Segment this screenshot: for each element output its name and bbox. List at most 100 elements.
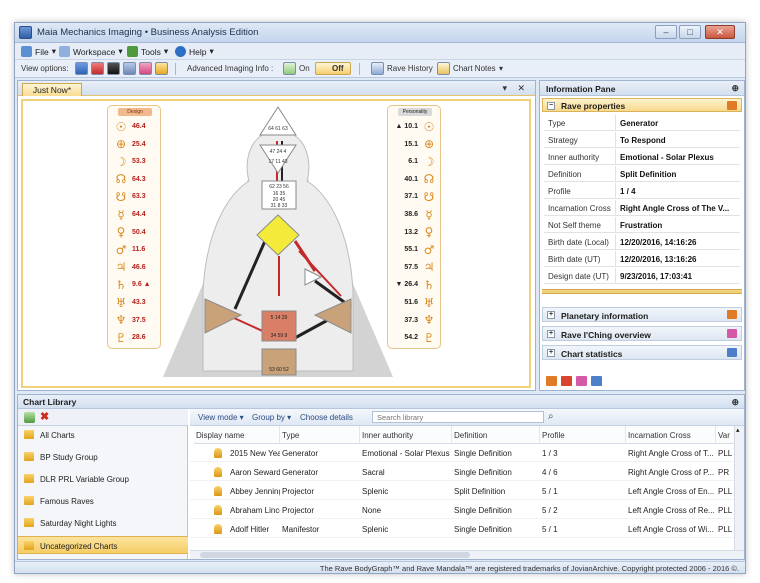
planet-gate-value: 64.4 [132,211,146,218]
design-planet-row[interactable]: ☉ 46.4 [108,119,162,134]
design-planet-row[interactable]: ♆ 37.5 [108,313,162,328]
design-planet-row[interactable]: ☋ 63.3 [108,189,162,204]
personality-planet-row[interactable]: 51.6 ♅ [388,295,442,310]
iching-icon[interactable] [576,376,587,386]
planetary-info-icon[interactable] [546,376,557,386]
rave-history-button[interactable]: Rave History [387,64,433,73]
statistics-icon[interactable] [591,376,602,386]
column-header[interactable]: Incarnation Cross [626,426,716,444]
section-rave-iching-overview[interactable]: + Rave I'Ching overview [542,326,742,341]
pin-icon[interactable]: ⊕ [731,397,739,408]
table-row[interactable]: 2015 New Year Generator Emotional - Solar … [190,444,744,462]
view-bodygraph-button[interactable] [75,62,88,75]
advanced-off-label[interactable]: Off [332,64,344,73]
table-cell: Right Angle Cross of P... [628,468,714,477]
view-mode-button[interactable]: View mode ▾ [198,413,244,422]
personality-planet-row[interactable]: ▼ 26.4 ♄ [388,277,442,292]
personality-planet-row[interactable]: 37.3 ♆ [388,313,442,328]
bodygraph-diagram[interactable]: 64 61 63 47 24 4 17 11 43 62 23 56 16 35… [163,101,393,381]
menu-workspace[interactable]: Workspace ▾ [59,45,123,58]
expand-icon[interactable]: + [547,349,555,357]
view-layers-button[interactable] [123,62,136,75]
search-library-input[interactable] [372,411,544,423]
design-planet-row[interactable]: ⊕ 25.4 [108,137,162,152]
title-bar[interactable]: Maia Mechanics Imaging • Business Analys… [15,23,745,43]
personality-planet-row[interactable]: 13.2 ♀ [388,225,442,240]
section-chart-statistics[interactable]: + Chart statistics [542,345,742,360]
personality-planet-row[interactable]: 38.6 ☿ [388,207,442,222]
rave-properties-header[interactable]: − Rave properties [542,98,742,112]
column-header[interactable]: Display name [194,426,280,444]
vertical-scrollbar[interactable]: ▴ [734,426,744,550]
design-planet-row[interactable]: ♀ 50.4 [108,225,162,240]
menu-file[interactable]: File ▾ [21,45,56,58]
delete-group-icon[interactable]: ✖ [40,410,49,423]
close-button[interactable]: ✕ [705,25,735,39]
table-row[interactable]: Aaron Seward Generator Sacral Single Defini… [190,463,744,481]
bodygraph-canvas[interactable]: Design ☉ 46.4 ⊕ 25.4 ☽ 53.3 ☊ 64.3 ☋ 63.3 ☿ 64.4 ♀ 50… [21,99,531,388]
horizontal-scrollbar[interactable] [190,550,744,559]
column-header[interactable]: Definition [452,426,540,444]
table-row[interactable]: Adolf Hitler Manifestor Splenic Single Defi… [190,520,744,538]
column-header[interactable]: Type [280,426,360,444]
document-tab-controls[interactable]: ▾ ✕ [502,83,529,94]
table-row[interactable]: Abraham LincolnProjector None Single Defin… [190,501,744,519]
chart-notes-icon[interactable] [437,62,450,75]
planetary-info-icon [727,310,737,319]
maximize-button[interactable]: □ [679,25,701,39]
design-planet-row[interactable]: ♇ 28.6 [108,330,162,345]
design-planet-row[interactable]: ♃ 46.6 [108,260,162,275]
library-group-item[interactable]: Famous Raves [18,492,188,510]
property-row: Birth date (UT) 12/20/2016, 13:16:26 [544,251,740,267]
advanced-on-label[interactable]: On [299,64,310,73]
minimize-button[interactable]: – [655,25,677,39]
rave-history-icon[interactable] [371,62,384,75]
choose-details-button[interactable]: Choose details [300,413,353,422]
section-planetary-information[interactable]: + Planetary information [542,307,742,322]
advanced-on-button[interactable] [283,62,296,75]
library-group-item[interactable]: All Charts [18,426,188,444]
library-group-item[interactable]: Uncategorized Charts [18,536,188,554]
library-group-item[interactable]: Saturday Night Lights [18,514,188,532]
personality-planet-row[interactable]: 15.1 ⊕ [388,137,442,152]
personality-planet-row[interactable]: 37.1 ☋ [388,189,442,204]
table-row[interactable]: Abbey JenningsProjector Splenic Split Defi… [190,482,744,500]
personality-planet-row[interactable]: 40.1 ☊ [388,172,442,187]
view-mandala-button[interactable] [139,62,152,75]
library-group-item[interactable]: BP Study Group [18,448,188,466]
search-icon[interactable]: ⌕ [548,411,554,422]
design-planet-row[interactable]: ♅ 43.3 [108,295,162,310]
chevron-down-icon[interactable]: ▾ [499,64,503,73]
group-by-button[interactable]: Group by ▾ [252,413,291,422]
expand-icon[interactable]: + [547,330,555,338]
chart-bars-icon[interactable] [561,376,572,386]
design-planet-row[interactable]: ☽ 53.3 [108,154,162,169]
personality-planet-row[interactable]: 55.1 ♂ [388,242,442,257]
view-design-button[interactable] [91,62,104,75]
add-group-icon[interactable] [24,412,35,423]
scrollbar-thumb[interactable] [200,552,470,558]
menu-tools[interactable]: Tools ▾ [127,45,168,58]
column-header[interactable]: Inner authority [360,426,452,444]
collapse-icon[interactable]: − [547,102,555,110]
pin-icon[interactable]: ⊕ [731,83,739,94]
tab-just-now[interactable]: Just Now* [22,83,82,96]
column-header[interactable]: Profile [540,426,626,444]
personality-planet-row[interactable]: 6.1 ☽ [388,154,442,169]
chart-notes-button[interactable]: Chart Notes [453,64,496,73]
head-gates: 64 61 63 [268,126,288,132]
scroll-up-icon[interactable]: ▴ [736,426,740,434]
personality-planet-row[interactable]: ▲ 10.1 ☉ [388,119,442,134]
library-group-item[interactable]: DLR PRL Variable Group [18,470,188,488]
expand-icon[interactable]: + [547,311,555,319]
design-planet-row[interactable]: ♂ 11.6 [108,242,162,257]
design-planet-row[interactable]: ☊ 64.3 [108,172,162,187]
design-planet-row[interactable]: ♄ 9.6 ▲ [108,277,162,292]
view-personality-button[interactable] [107,62,120,75]
design-planet-row[interactable]: ☿ 64.4 [108,207,162,222]
personality-planet-row[interactable]: 57.5 ♃ [388,260,442,275]
pane-splitter[interactable] [542,289,742,294]
menu-help[interactable]: Help ▾ [175,45,214,58]
personality-planet-row[interactable]: 54.2 ♇ [388,330,442,345]
view-rave-button[interactable] [155,62,168,75]
